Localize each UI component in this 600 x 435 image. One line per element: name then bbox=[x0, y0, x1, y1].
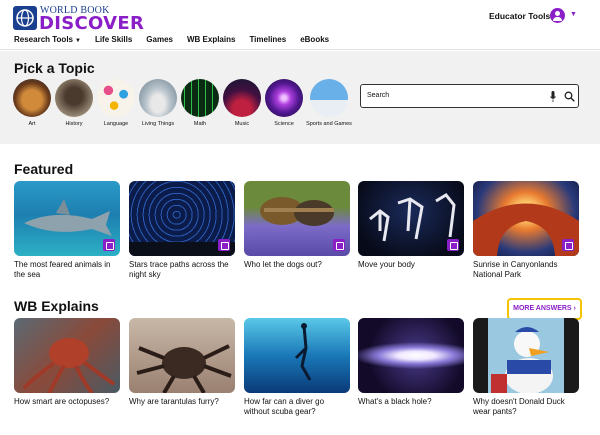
card-title: What's a black hole? bbox=[358, 397, 432, 406]
card-title: Move your body bbox=[358, 260, 415, 269]
nav-research-tools-label: Research Tools bbox=[14, 35, 73, 44]
topic-label: History bbox=[65, 121, 83, 127]
dogs-image bbox=[244, 181, 350, 256]
more-answers-button[interactable]: MORE ANSWERS › bbox=[507, 298, 582, 320]
explains-card[interactable]: Why are tarantulas furry? bbox=[129, 318, 235, 407]
nav-ebooks[interactable]: eBooks bbox=[300, 35, 329, 47]
explains-card[interactable]: How far can a diver go without scuba gea… bbox=[244, 318, 350, 417]
educator-tools-link[interactable]: Educator Tools bbox=[489, 11, 550, 21]
science-topic-image bbox=[265, 79, 303, 117]
topic-label: Science bbox=[274, 121, 294, 127]
sports-and-games-topic-image bbox=[310, 79, 348, 117]
octopus-illustration bbox=[22, 338, 116, 393]
shark-image bbox=[14, 181, 120, 256]
music-topic-image bbox=[223, 79, 261, 117]
main-nav: Research Tools ▼ Life Skills Games WB Exp… bbox=[14, 35, 343, 47]
featured-card[interactable]: Who let the dogs out? bbox=[244, 181, 350, 270]
wb-explains-section-title: WB Explains bbox=[14, 298, 99, 314]
art-topic-image bbox=[13, 79, 51, 117]
search-icon[interactable] bbox=[564, 91, 575, 102]
octopus-image bbox=[14, 318, 120, 393]
card-title: Who let the dogs out? bbox=[244, 260, 322, 269]
featured-card[interactable]: The most feared animals in the sea bbox=[14, 181, 120, 280]
topic-art[interactable]: Art bbox=[8, 79, 56, 128]
book-icon bbox=[333, 239, 345, 251]
featured-card[interactable]: Stars trace paths across the night sky bbox=[129, 181, 235, 280]
topic-music[interactable]: Music bbox=[218, 79, 266, 128]
card-title: Stars trace paths across the night sky bbox=[129, 260, 229, 279]
vr-icon bbox=[562, 239, 574, 251]
image-icon bbox=[218, 239, 230, 251]
nav-life-skills[interactable]: Life Skills bbox=[95, 35, 132, 47]
explains-card[interactable]: How smart are octopuses? bbox=[14, 318, 120, 407]
featured-section-title: Featured bbox=[14, 161, 74, 177]
card-title: Why doesn't Donald Duck wear pants? bbox=[473, 397, 565, 416]
search-box[interactable]: Search bbox=[360, 84, 579, 108]
living-things-topic-image bbox=[139, 79, 177, 117]
topic-label: Sports and Games bbox=[306, 121, 352, 127]
card-title: The most feared animals in the sea bbox=[14, 260, 111, 279]
tarantula-illustration bbox=[136, 344, 232, 393]
featured-card[interactable]: Sunrise in Canyonlands National Park bbox=[473, 181, 579, 280]
card-title: How far can a diver go without scuba gea… bbox=[244, 397, 325, 416]
topic-science[interactable]: Science bbox=[260, 79, 308, 128]
history-topic-image bbox=[55, 79, 93, 117]
diver-illustration bbox=[294, 323, 312, 381]
topic-sports-and-games[interactable]: Sports and Games bbox=[305, 79, 353, 128]
dancers-image bbox=[358, 181, 464, 256]
topic-history[interactable]: History bbox=[50, 79, 98, 128]
user-avatar-icon[interactable] bbox=[550, 8, 565, 23]
nav-games[interactable]: Games bbox=[146, 35, 173, 47]
nav-research-tools[interactable]: Research Tools ▼ bbox=[14, 35, 81, 47]
star-trails-image bbox=[129, 181, 235, 256]
donald-duck-image bbox=[473, 318, 579, 393]
chevron-down-icon[interactable]: ▼ bbox=[570, 11, 577, 18]
book-icon bbox=[103, 239, 115, 251]
card-title: How smart are octopuses? bbox=[14, 397, 110, 406]
topic-label: Math bbox=[193, 121, 207, 127]
nav-timelines[interactable]: Timelines bbox=[249, 35, 286, 47]
featured-card[interactable]: Move your body bbox=[358, 181, 464, 270]
search-input[interactable]: Search bbox=[367, 92, 389, 99]
topic-living-things[interactable]: Living Things bbox=[134, 79, 182, 128]
math-topic-image bbox=[181, 79, 219, 117]
chevron-down-icon: ▼ bbox=[74, 38, 81, 44]
donald-duck-illustration bbox=[491, 327, 553, 393]
world-book-discover-logo[interactable]: WORLD BOOK DISCOVER bbox=[13, 5, 144, 34]
card-title: Sunrise in Canyonlands National Park bbox=[473, 260, 558, 279]
topic-label: Living Things bbox=[141, 121, 175, 127]
canyonlands-image bbox=[473, 181, 579, 256]
explains-card[interactable]: Why doesn't Donald Duck wear pants? bbox=[473, 318, 579, 417]
nav-wb-explains[interactable]: WB Explains bbox=[187, 35, 235, 47]
topic-band: Pick a Topic Art History Language Living… bbox=[0, 51, 600, 144]
topic-language[interactable]: Language bbox=[92, 79, 140, 128]
card-title: Why are tarantulas furry? bbox=[129, 397, 219, 406]
tarantula-image bbox=[129, 318, 235, 393]
topic-label: Language bbox=[103, 121, 129, 127]
topic-label: Art bbox=[28, 121, 36, 127]
language-topic-image bbox=[97, 79, 135, 117]
microphone-icon[interactable] bbox=[550, 91, 556, 103]
diver-image bbox=[244, 318, 350, 393]
site-header: WORLD BOOK DISCOVER Educator Tools ▼ Res… bbox=[0, 0, 600, 50]
topic-section-title: Pick a Topic bbox=[14, 60, 95, 76]
explains-card[interactable]: What's a black hole? bbox=[358, 318, 464, 407]
topic-math[interactable]: Math bbox=[176, 79, 224, 128]
topic-label: Music bbox=[234, 121, 250, 127]
black-hole-image bbox=[358, 318, 464, 393]
logo-text-bottom: DISCOVER bbox=[39, 13, 145, 34]
globe-logo-icon bbox=[13, 6, 37, 30]
book-icon bbox=[447, 239, 459, 251]
